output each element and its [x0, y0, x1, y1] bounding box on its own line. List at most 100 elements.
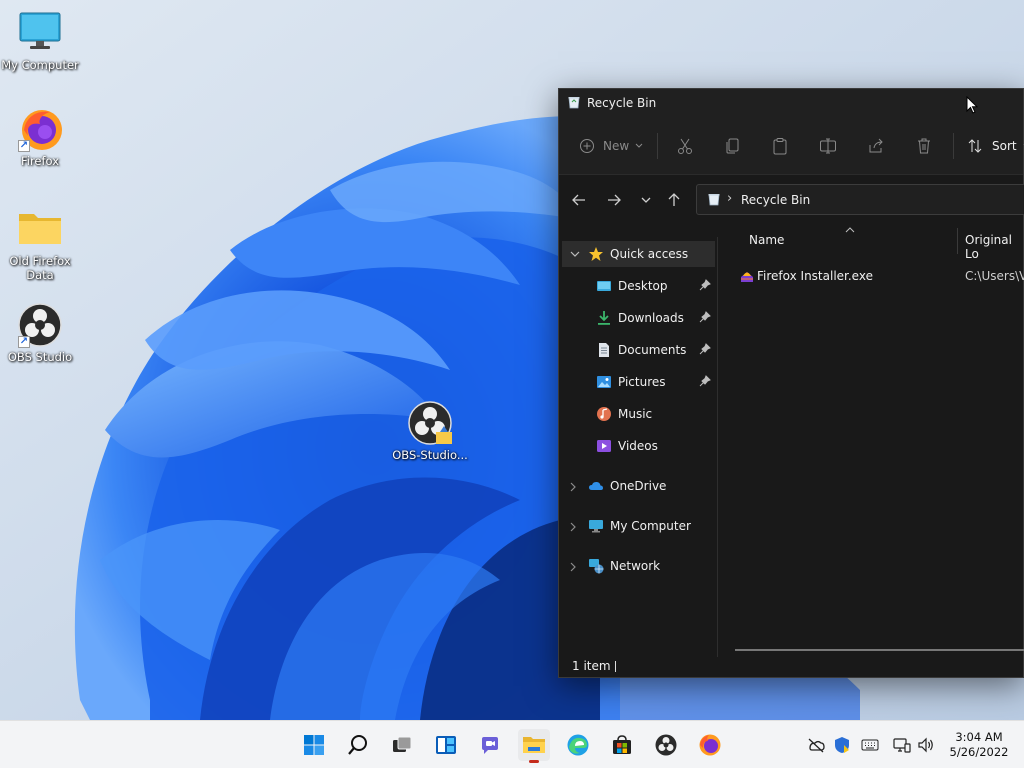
- firefox-taskbar-button[interactable]: [694, 729, 726, 761]
- nav-item-pictures[interactable]: Pictures: [562, 369, 715, 395]
- widgets-icon: [436, 736, 456, 754]
- column-header-name[interactable]: Name: [749, 233, 784, 247]
- item-count: 1 item: [572, 659, 611, 673]
- folder-icon: [16, 206, 64, 252]
- clock-time: 3:04 AM: [955, 730, 1003, 744]
- navigation-pane: Quick access Desktop Downloads Documents…: [559, 237, 717, 649]
- new-button[interactable]: New: [579, 135, 643, 157]
- chat-button[interactable]: [474, 729, 506, 761]
- nav-label: Videos: [618, 439, 658, 453]
- clock[interactable]: 3:04 AM 5/26/2022: [944, 730, 1014, 760]
- desktop-folder-icon: [597, 281, 611, 291]
- nav-label: Documents: [618, 343, 687, 357]
- pin-icon[interactable]: [699, 375, 711, 387]
- nav-item-videos[interactable]: Videos: [562, 433, 715, 459]
- nav-label: Network: [610, 559, 661, 573]
- display-network-icon[interactable]: [892, 735, 912, 755]
- file-name: Firefox Installer.exe: [757, 269, 873, 283]
- command-bar: New Sort: [559, 117, 1024, 175]
- monitor-icon: [16, 10, 64, 56]
- network-disconnected-icon[interactable]: [806, 735, 826, 755]
- window-title: Recycle Bin: [587, 96, 657, 110]
- desktop-icon-label: OBS-Studio...: [392, 448, 468, 462]
- pane-splitter[interactable]: [717, 237, 718, 657]
- firefox-icon: ↗: [16, 106, 64, 152]
- nav-item-music[interactable]: Music: [562, 401, 715, 427]
- edge-button[interactable]: [562, 729, 594, 761]
- file-row[interactable]: Firefox Installer.exe C:\Users\V: [735, 265, 1024, 287]
- recent-locations-button[interactable]: [637, 191, 655, 209]
- nav-label: Desktop: [618, 279, 668, 293]
- column-separator[interactable]: [957, 228, 958, 254]
- desktop-icon-obs-studio[interactable]: ↗ OBS Studio: [0, 302, 80, 364]
- collapse-chevron-icon[interactable]: [570, 482, 577, 492]
- keyboard-icon[interactable]: [860, 735, 880, 755]
- share-icon: [869, 138, 883, 153]
- copy-button[interactable]: [724, 135, 742, 157]
- copy-icon: [726, 138, 739, 154]
- breadcrumb-chevron-icon: ›: [727, 191, 733, 206]
- sort-ascending-icon: [845, 227, 855, 233]
- title-bar[interactable]: Recycle Bin: [559, 89, 1023, 117]
- task-view-button[interactable]: [386, 729, 418, 761]
- pin-icon[interactable]: [699, 311, 711, 323]
- paste-button[interactable]: [771, 135, 789, 157]
- nav-item-documents[interactable]: Documents: [562, 337, 715, 363]
- music-icon: [597, 407, 611, 421]
- picture-icon: [597, 376, 611, 388]
- pin-icon[interactable]: [699, 343, 711, 355]
- obs-taskbar-button[interactable]: [650, 729, 682, 761]
- up-button[interactable]: [665, 191, 683, 209]
- search-button[interactable]: [342, 729, 374, 761]
- chat-icon: [482, 737, 498, 754]
- volume-icon[interactable]: [916, 735, 936, 755]
- pin-icon[interactable]: [699, 279, 711, 291]
- rename-button[interactable]: [819, 135, 837, 157]
- shortcut-arrow-icon: ↗: [18, 140, 30, 152]
- nav-item-onedrive[interactable]: OneDrive: [562, 473, 715, 499]
- collapse-chevron-icon[interactable]: [570, 562, 577, 572]
- share-button[interactable]: [867, 135, 885, 157]
- file-explorer-window[interactable]: Recycle Bin New Sort › Recycle Bin Quick…: [558, 88, 1024, 678]
- shortcut-arrow-icon: ↗: [18, 336, 30, 348]
- nav-label: Music: [618, 407, 653, 421]
- nav-item-my-computer[interactable]: My Computer: [562, 513, 715, 539]
- nav-item-quick-access[interactable]: Quick access: [562, 241, 715, 267]
- start-button[interactable]: [298, 729, 330, 761]
- store-button[interactable]: [606, 729, 638, 761]
- back-button[interactable]: [570, 191, 588, 209]
- sort-button[interactable]: Sort: [967, 135, 1024, 157]
- trash-icon: [918, 138, 930, 154]
- plus-circle-icon: [580, 139, 594, 153]
- file-original-location: C:\Users\V: [965, 269, 1024, 283]
- desktop-icon-firefox[interactable]: ↗ Firefox: [0, 106, 80, 168]
- delete-button[interactable]: [915, 135, 933, 157]
- nav-item-network[interactable]: Network: [562, 553, 715, 579]
- cut-button[interactable]: [676, 135, 694, 157]
- breadcrumb-recycle-bin[interactable]: Recycle Bin: [741, 193, 810, 207]
- nav-item-downloads[interactable]: Downloads: [562, 305, 715, 331]
- collapse-chevron-icon[interactable]: [570, 522, 577, 532]
- desktop-icon-label: Firefox: [20, 154, 60, 168]
- widgets-button[interactable]: [430, 729, 462, 761]
- running-indicator: [529, 760, 539, 763]
- column-header-original-location[interactable]: Original Lo: [965, 233, 1024, 261]
- edge-icon: [567, 734, 589, 756]
- nav-item-desktop[interactable]: Desktop: [562, 273, 715, 299]
- security-shield-icon[interactable]: [832, 735, 852, 755]
- desktop-icon-label: Old Firefox Data: [9, 254, 71, 282]
- file-explorer-taskbar-button[interactable]: [518, 729, 550, 763]
- nav-label: Quick access: [610, 247, 689, 261]
- desktop-icon-label: OBS Studio: [7, 350, 73, 364]
- desktop-icon-obs-installer[interactable]: OBS-Studio...: [390, 400, 470, 462]
- arrow-left-icon: [572, 194, 585, 206]
- file-list: Name Original Lo Firefox Installer.exe C…: [719, 223, 1024, 653]
- rename-icon: [820, 138, 836, 154]
- desktop-icon-my-computer[interactable]: My Computer: [0, 10, 80, 72]
- forward-button[interactable]: [605, 191, 623, 209]
- sort-icon: [968, 139, 982, 153]
- desktop-icon-old-firefox-data[interactable]: Old Firefox Data: [0, 206, 80, 282]
- address-bar[interactable]: › Recycle Bin: [696, 184, 1024, 215]
- address-row: › Recycle Bin: [559, 175, 1024, 223]
- horizontal-scrollbar[interactable]: [735, 649, 1024, 651]
